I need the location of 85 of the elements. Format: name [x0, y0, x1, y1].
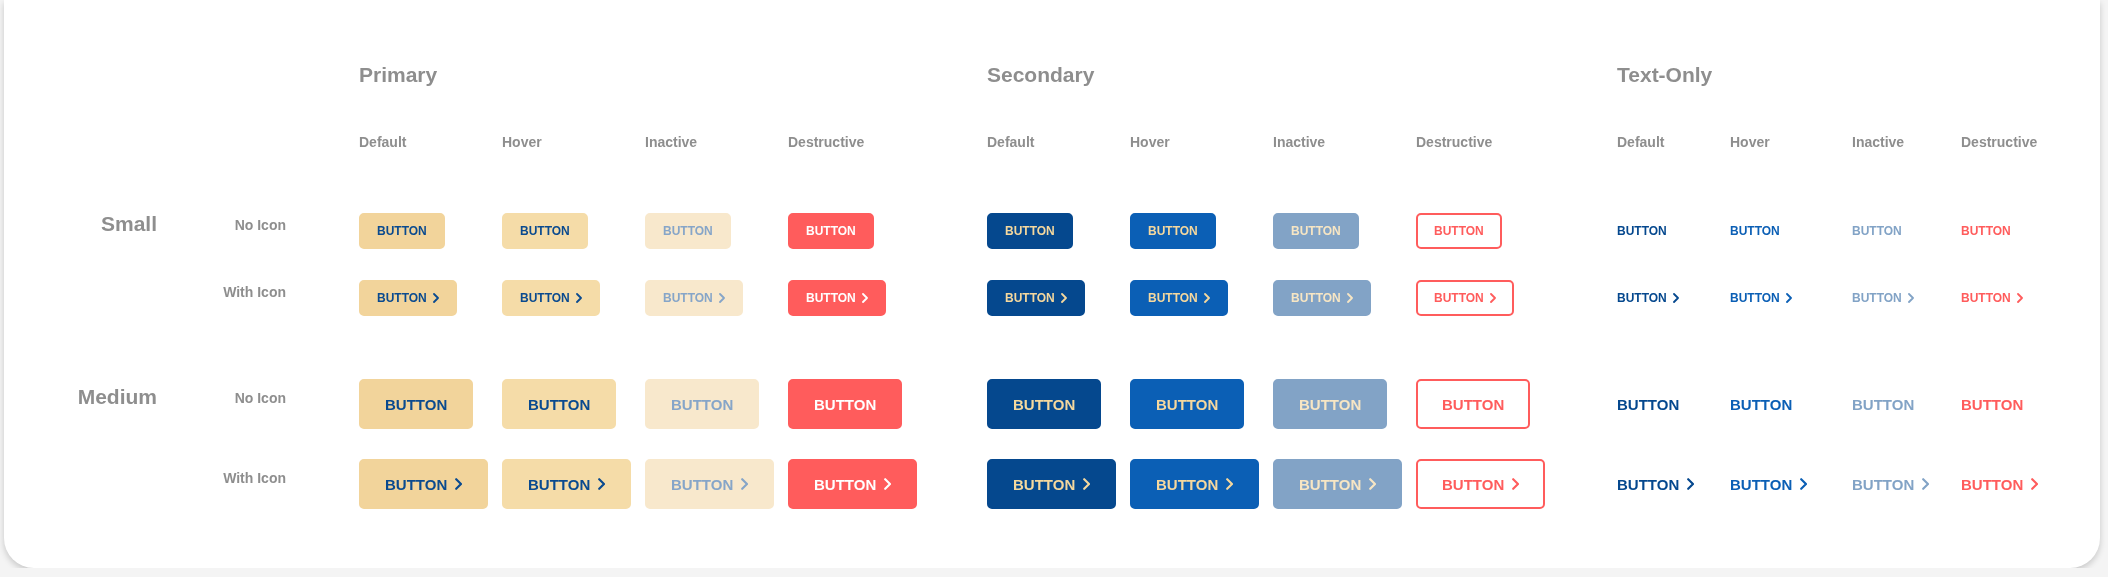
text-button[interactable]: BUTTON	[1730, 291, 1792, 305]
button[interactable]: BUTTON	[987, 379, 1102, 429]
text-button[interactable]: BUTTON	[1852, 224, 1902, 238]
chevron-right-icon	[861, 293, 868, 303]
text-button[interactable]: BUTTON	[1730, 224, 1780, 238]
state-label: Inactive	[645, 134, 699, 150]
button[interactable]: BUTTON	[788, 459, 918, 509]
group-title: Secondary	[987, 63, 1096, 87]
chevron-right-icon	[598, 478, 606, 490]
state-label: Hover	[1130, 134, 1171, 150]
chevron-right-icon	[2016, 293, 2023, 303]
button[interactable]: BUTTON	[987, 280, 1085, 316]
chevron-right-icon	[432, 293, 439, 303]
text-button[interactable]: BUTTON	[1617, 395, 1680, 413]
button[interactable]: BUTTON	[502, 213, 588, 249]
chevron-right-icon	[1369, 478, 1377, 490]
row-label: No Icon	[234, 217, 286, 233]
state-label: Destructive	[788, 134, 866, 150]
chevron-right-icon	[884, 478, 892, 490]
button[interactable]: BUTTON	[1130, 213, 1216, 249]
state-label: Hover	[1730, 134, 1771, 150]
chevron-right-icon	[718, 293, 725, 303]
chevron-right-icon	[1907, 293, 1914, 303]
chevron-right-icon	[1083, 478, 1091, 490]
button[interactable]: BUTTON	[502, 459, 632, 509]
chevron-right-icon	[1203, 293, 1210, 303]
chevron-right-icon	[1672, 293, 1679, 303]
chevron-right-icon	[1512, 478, 1520, 490]
text-button[interactable]: BUTTON	[1730, 475, 1808, 493]
chevron-right-icon	[1489, 293, 1496, 303]
text-button[interactable]: BUTTON	[1852, 475, 1930, 493]
button[interactable]: BUTTON	[359, 459, 489, 509]
text-button[interactable]: BUTTON	[1961, 291, 2023, 305]
text-button[interactable]: BUTTON	[1961, 224, 2011, 238]
button[interactable]: BUTTON	[1416, 459, 1546, 509]
button[interactable]: BUTTON	[987, 459, 1117, 509]
button[interactable]: BUTTON	[502, 280, 600, 316]
button[interactable]: BUTTON	[987, 213, 1073, 249]
button[interactable]: BUTTON	[788, 379, 903, 429]
row-label: With Icon	[223, 284, 286, 300]
state-label: Hover	[502, 134, 543, 150]
state-label: Inactive	[1273, 134, 1327, 150]
button[interactable]: BUTTON	[502, 379, 617, 429]
chevron-right-icon	[1226, 478, 1234, 490]
state-label: Default	[359, 134, 408, 150]
chevron-right-icon	[575, 293, 582, 303]
chevron-right-icon	[1687, 478, 1695, 490]
text-button[interactable]: BUTTON	[1617, 475, 1695, 493]
chevron-right-icon	[455, 478, 463, 490]
text-button[interactable]: BUTTON	[1852, 291, 1914, 305]
button[interactable]: BUTTON	[1416, 280, 1514, 316]
state-label: Default	[1617, 134, 1666, 150]
text-button[interactable]: BUTTON	[1852, 395, 1915, 413]
chevron-right-icon	[1800, 478, 1808, 490]
chevron-right-icon	[2031, 478, 2039, 490]
button[interactable]: BUTTON	[1416, 379, 1531, 429]
group-title: Text-Only	[1617, 63, 1714, 87]
button[interactable]: BUTTON	[788, 213, 874, 249]
button[interactable]: BUTTON	[1130, 379, 1245, 429]
state-label: Default	[987, 134, 1036, 150]
button[interactable]: BUTTON	[788, 280, 886, 316]
chevron-right-icon	[1346, 293, 1353, 303]
row-label: No Icon	[234, 390, 286, 406]
chevron-right-icon	[1060, 293, 1067, 303]
button[interactable]: BUTTON	[1416, 213, 1502, 249]
text-button[interactable]: BUTTON	[1617, 291, 1679, 305]
text-button[interactable]: BUTTON	[1961, 395, 2024, 413]
text-button[interactable]: BUTTON	[1961, 475, 2039, 493]
button[interactable]: BUTTON	[359, 379, 474, 429]
button[interactable]: BUTTON	[359, 280, 457, 316]
text-button[interactable]: BUTTON	[1730, 395, 1793, 413]
state-label: Destructive	[1961, 134, 2039, 150]
row-label: With Icon	[223, 470, 286, 486]
button[interactable]: BUTTON	[1130, 280, 1228, 316]
size-label: Medium	[77, 385, 157, 409]
text-button[interactable]: BUTTON	[1617, 224, 1667, 238]
chevron-right-icon	[741, 478, 749, 490]
chevron-right-icon	[1922, 478, 1930, 490]
state-label: Inactive	[1852, 134, 1906, 150]
state-label: Destructive	[1416, 134, 1494, 150]
chevron-right-icon	[1785, 293, 1792, 303]
group-title: Primary	[359, 63, 439, 87]
button[interactable]: BUTTON	[1130, 459, 1260, 509]
button[interactable]: BUTTON	[359, 213, 445, 249]
size-label: Small	[100, 212, 157, 236]
